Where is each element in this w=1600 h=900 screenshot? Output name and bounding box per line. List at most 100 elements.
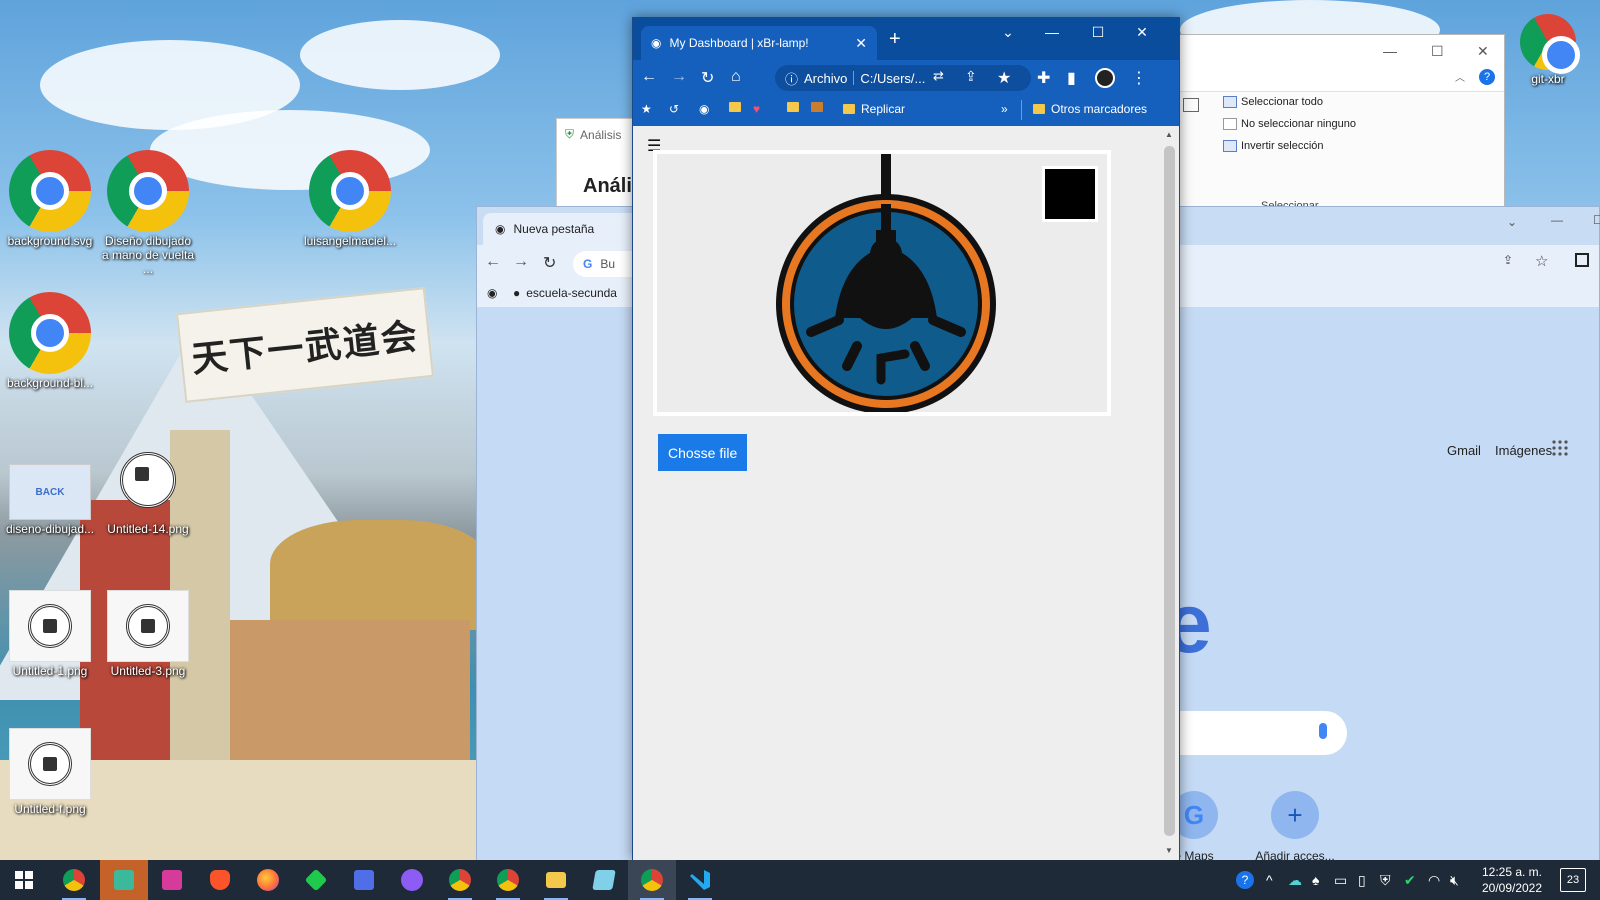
other-bookmarks[interactable]: Otros marcadores <box>1033 102 1147 116</box>
bookmark-folder-1[interactable] <box>729 102 741 112</box>
taskbar-brave[interactable] <box>196 860 244 900</box>
back-icon[interactable]: ← <box>641 68 657 86</box>
wifi-icon[interactable]: ◠ <box>1428 860 1440 900</box>
taskbar-chrome-profile2[interactable] <box>436 860 484 900</box>
microphone-icon[interactable] <box>1319 723 1327 739</box>
forward-icon[interactable]: → <box>513 253 529 271</box>
system-clock[interactable]: 12:25 a. m. 20/09/2022 <box>1468 864 1556 896</box>
reload-icon[interactable]: ↻ <box>543 253 556 273</box>
taskbar-chrome-profile[interactable] <box>50 860 98 900</box>
help-tray-icon[interactable]: ? <box>1236 860 1254 900</box>
taskbar-chrome-active[interactable] <box>628 860 676 900</box>
star-icon[interactable]: ☆ <box>1535 252 1548 270</box>
apps-grid-icon[interactable] <box>1551 439 1569 457</box>
file-explorer-window[interactable]: — ☐ ✕ ︿ ? des rir Seleccionar todo No se… <box>1159 34 1505 212</box>
menu-kebab-icon[interactable]: ⋮ <box>1131 68 1147 88</box>
shortcut-add[interactable]: + Añadir acces... <box>1245 791 1345 863</box>
notification-center-icon[interactable]: 23 <box>1560 868 1586 892</box>
analysis-window[interactable]: ⛨ Análisis Análi <box>556 118 636 208</box>
scroll-up-icon[interactable]: ▲ <box>1165 130 1173 139</box>
scrollbar-thumb[interactable] <box>1164 146 1175 836</box>
taskbar-app-green-pen[interactable] <box>292 860 340 900</box>
google-search-box[interactable] <box>1177 711 1347 755</box>
back-icon[interactable]: ← <box>485 253 501 271</box>
desktop-icon-untitled-3[interactable]: Untitled-3.png <box>100 590 196 678</box>
chevron-up-icon[interactable]: ^ <box>1266 860 1273 900</box>
bookmark-star-icon[interactable]: ★ <box>997 68 1011 88</box>
page-scrollbar[interactable]: ▲ ▼ <box>1159 126 1179 861</box>
minimize-icon[interactable]: — <box>1037 24 1067 40</box>
chevron-down-icon[interactable]: ⌄ <box>993 24 1023 41</box>
taskbar-chrome[interactable] <box>484 860 532 900</box>
taskbar-firefox[interactable] <box>244 860 292 900</box>
home-icon[interactable]: ⌂ <box>731 68 741 86</box>
extensions-icon[interactable]: ✚ <box>1037 68 1050 88</box>
tray-app-icon[interactable]: ♠ <box>1312 860 1319 900</box>
close-tab-icon[interactable]: ✕ <box>855 35 867 52</box>
minimize-icon[interactable]: — <box>1383 43 1397 59</box>
close-icon[interactable]: ✕ <box>1477 43 1489 60</box>
bookmarks-overflow-icon[interactable]: » <box>1001 102 1008 116</box>
desktop-icon-git-xbr[interactable]: git-xbr <box>1500 14 1596 86</box>
taskbar-vscode[interactable] <box>676 860 724 900</box>
help-icon[interactable]: ? <box>1479 69 1495 85</box>
star-icon[interactable]: ★ <box>641 102 652 116</box>
taskbar-notepad[interactable] <box>580 860 628 900</box>
chevron-up-icon[interactable]: ︿ <box>1455 69 1465 84</box>
forward-icon[interactable]: → <box>671 68 687 86</box>
color-swatch[interactable] <box>1042 166 1098 222</box>
history-icon[interactable]: ↺ <box>669 102 679 116</box>
close-window-icon[interactable]: ✕ <box>1127 24 1157 41</box>
taskbar-app-pink[interactable] <box>148 860 196 900</box>
chevron-down-icon[interactable]: ⌄ <box>1507 215 1517 229</box>
profile-avatar[interactable] <box>1095 68 1115 88</box>
display-icon[interactable]: ▭ <box>1334 860 1347 900</box>
gmail-link[interactable]: Gmail <box>1447 443 1481 458</box>
maximize-icon[interactable]: ☐ <box>1083 24 1113 41</box>
sidebar-icon[interactable]: ▮ <box>1067 68 1076 88</box>
desktop-icon-background-svg[interactable]: background.svg <box>2 150 98 248</box>
battery-icon[interactable]: ▯ <box>1358 860 1366 900</box>
start-button[interactable] <box>0 860 48 900</box>
view-layout-icon[interactable] <box>1183 98 1199 112</box>
desktop-icon-luisangel[interactable]: luisangelmaciel... <box>302 150 398 248</box>
newtab-omnibox[interactable]: G Bu <box>573 251 633 277</box>
select-all-button[interactable]: Seleccionar todo <box>1223 96 1323 108</box>
dashboard-browser-window[interactable]: ◉ My Dashboard | xBr-lamp! ✕ + ⌄ — ☐ ✕ ←… <box>632 17 1180 861</box>
heart-icon[interactable]: ♥ <box>753 102 760 116</box>
desktop-icon-untitled-f[interactable]: Untitled-f.png <box>2 728 98 816</box>
desktop-icon-diseno-dibujad[interactable]: BACK diseno-dibujad... <box>2 450 98 536</box>
analysis-tab[interactable]: ⛨ Análisis <box>565 127 621 142</box>
newtab-tab[interactable]: ◉ Nueva pestaña <box>483 213 643 245</box>
desktop-icon-diseno[interactable]: Diseño dibujado a mano de vuelta ... <box>100 150 196 276</box>
share-icon[interactable]: ⇪ <box>965 68 977 85</box>
security-check-icon[interactable]: ✔ <box>1404 860 1416 900</box>
taskbar-app-green[interactable] <box>100 860 148 900</box>
translate-icon[interactable]: ⇄ <box>933 68 944 84</box>
desktop-icon-untitled-14[interactable]: Untitled-14.png <box>100 440 196 536</box>
taskbar-file-explorer[interactable] <box>532 860 580 900</box>
volume-muted-icon[interactable]: 🔇︎ <box>1450 860 1459 900</box>
scroll-down-icon[interactable]: ▼ <box>1165 846 1173 855</box>
taskbar-app-blue-pen[interactable] <box>340 860 388 900</box>
globe-icon[interactable]: ◉ <box>487 286 497 300</box>
desktop-icon-untitled-1[interactable]: Untitled-1.png <box>2 590 98 678</box>
bookmark-folder-2[interactable] <box>787 102 799 112</box>
taskbar-github[interactable] <box>388 860 436 900</box>
share-icon[interactable]: ⇪ <box>1503 253 1513 267</box>
new-tab-icon[interactable]: + <box>889 28 901 51</box>
bookmark-folder-3[interactable] <box>811 102 823 112</box>
address-bar[interactable]: ⓘ Archivo C:/Users/... <box>775 65 1031 91</box>
desktop-icon-background-bl[interactable]: background-bl... <box>2 292 98 390</box>
choose-file-button[interactable]: Chosse file <box>658 434 748 471</box>
maximize-icon[interactable]: ☐ <box>1593 213 1600 227</box>
globe-icon[interactable]: ◉ <box>699 102 709 116</box>
dashboard-tab[interactable]: ◉ My Dashboard | xBr-lamp! ✕ <box>641 26 877 60</box>
images-link[interactable]: Imágenes <box>1495 443 1552 458</box>
defender-icon[interactable]: ⛨ <box>1380 860 1391 900</box>
maximize-icon[interactable]: ☐ <box>1431 43 1444 60</box>
cloud-icon[interactable]: ☁ <box>1288 860 1302 900</box>
bookmark-replicar[interactable]: Replicar <box>843 102 905 116</box>
select-none-button[interactable]: No seleccionar ninguno <box>1223 118 1356 130</box>
bookmark-escuela[interactable]: ● escuela-secunda <box>513 286 617 300</box>
